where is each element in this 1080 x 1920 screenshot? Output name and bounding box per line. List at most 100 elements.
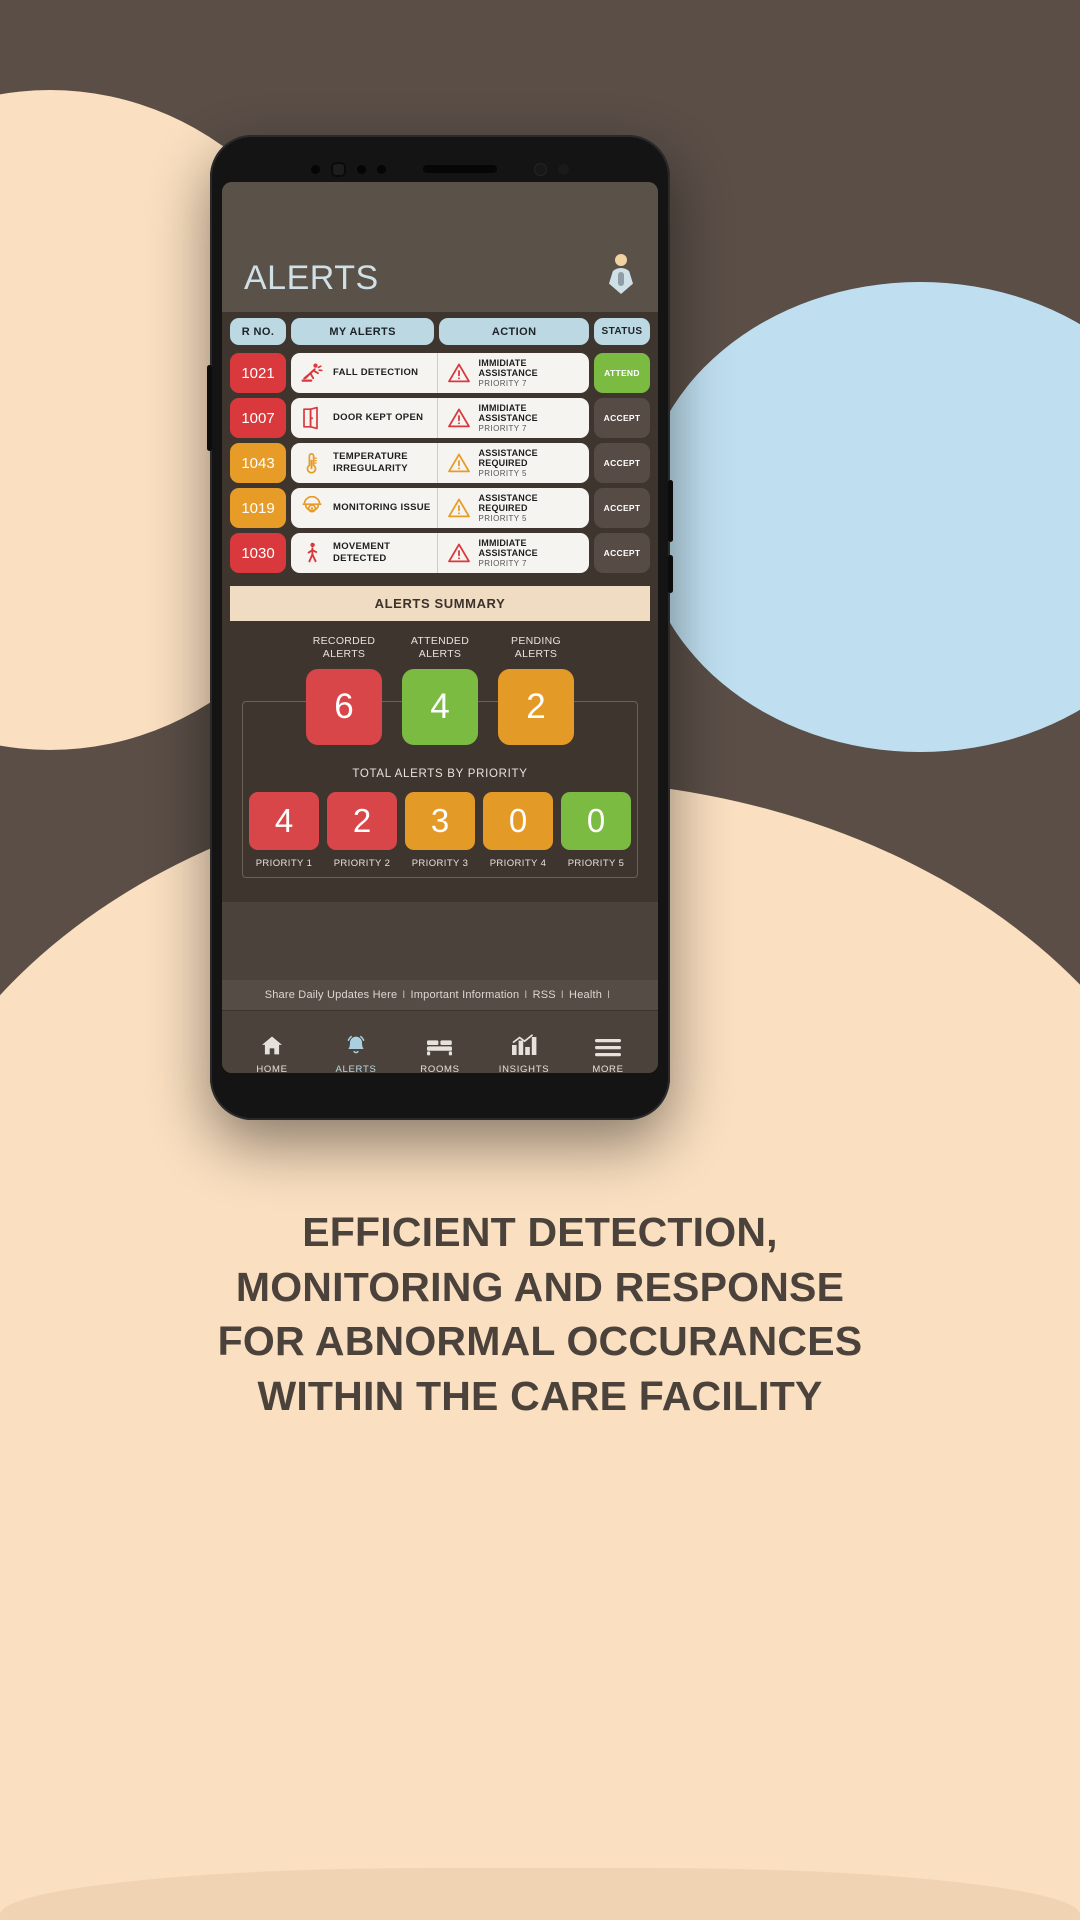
priority-value: 4	[249, 792, 319, 851]
ticker-separator: I	[607, 989, 611, 1002]
stat-label: ATTENDED ALERTS	[410, 635, 470, 661]
page-title: ALERTS	[244, 259, 379, 297]
priority-label: PRIORITY 7	[478, 379, 527, 388]
status-button[interactable]: ATTEND	[594, 353, 650, 393]
alert-type-cell: DOOR KEPT OPEN	[291, 398, 438, 438]
alert-card[interactable]: TEMPERATURE IRREGULARITY ASSISTANCE REQU…	[291, 443, 589, 483]
app-header: ALERTS	[222, 182, 658, 312]
ticker-item[interactable]: Health	[569, 989, 602, 1001]
nav-item-alerts[interactable]: ALERTS	[314, 1033, 398, 1073]
summary-banner-title: ALERTS SUMMARY	[230, 586, 650, 621]
alert-title: MOVEMENT DETECTED	[333, 541, 391, 564]
status-button[interactable]: ACCEPT	[594, 533, 650, 573]
nav-item-rooms[interactable]: ROOMS	[398, 1033, 482, 1073]
action-label: ASSISTANCE REQUIRED	[478, 448, 538, 468]
priority-value: 3	[405, 792, 475, 851]
alert-card[interactable]: MONITORING ISSUE ASSISTANCE REQUIRED PRI…	[291, 488, 589, 528]
status-button[interactable]: ACCEPT	[594, 488, 650, 528]
action-cell: IMMIDIATE ASSISTANCE PRIORITY 7	[438, 533, 589, 573]
ticker-item[interactable]: Share Daily Updates Here	[265, 989, 398, 1001]
warning-triangle-red-icon	[447, 541, 471, 565]
priority-label: PRIORITY 7	[478, 424, 527, 433]
column-header-my-alerts[interactable]: MY ALERTS	[291, 318, 435, 345]
column-header-status[interactable]: STATUS	[594, 318, 650, 345]
table-header-row: R NO. MY ALERTS ACTION STATUS	[230, 318, 650, 345]
priority-item-3: 3 PRIORITY 3	[405, 792, 475, 869]
nav-label: ALERTS	[335, 1063, 377, 1073]
action-label: ASSISTANCE REQUIRED	[478, 493, 538, 513]
alert-title: FALL DETECTION	[333, 367, 419, 379]
stat-attended-alerts: ATTENDED ALERTS 4	[401, 635, 479, 746]
action-label: IMMIDIATE ASSISTANCE	[478, 538, 538, 558]
phone-screen: ALERTS R NO. MY ALERTS ACTION STATUS 102…	[222, 182, 658, 1073]
alert-card[interactable]: MOVEMENT DETECTED IMMIDIATE ASSISTANCE P…	[291, 533, 589, 573]
news-ticker[interactable]: Share Daily Updates Here I Important Infor…	[222, 980, 658, 1011]
table-row[interactable]: 1021 FALL DETECTION IMMIDIATE ASSISTANCE…	[230, 353, 650, 393]
ticker-item[interactable]: RSS	[533, 989, 556, 1001]
phone-mockup: ALERTS R NO. MY ALERTS ACTION STATUS 102…	[207, 135, 673, 1120]
alert-card[interactable]: FALL DETECTION IMMIDIATE ASSISTANCE PRIO…	[291, 353, 589, 393]
person-logo-icon	[606, 254, 636, 294]
bed-icon	[426, 1033, 454, 1057]
table-row[interactable]: 1007 DOOR KEPT OPEN IMMIDIATE ASSISTANCE…	[230, 398, 650, 438]
nav-label: INSIGHTS	[498, 1063, 550, 1073]
nav-item-insights[interactable]: INSIGHTS	[482, 1033, 566, 1073]
bell-icon	[342, 1033, 370, 1057]
nav-item-home[interactable]: HOME	[230, 1033, 314, 1073]
room-number-badge: 1030	[230, 533, 286, 573]
priority-label: PRIORITY 7	[478, 559, 527, 568]
warning-triangle-red-icon	[447, 406, 471, 430]
walking-person-icon	[300, 541, 324, 565]
stat-value: 6	[306, 669, 382, 746]
proximity-sensor-icon	[534, 162, 547, 176]
priority-label: PRIORITY 4	[489, 858, 547, 870]
alert-card[interactable]: DOOR KEPT OPEN IMMIDIATE ASSISTANCE PRIO…	[291, 398, 589, 438]
tagline-line-1: EFFICIENT DETECTION,	[302, 1209, 778, 1255]
earpiece-speaker	[423, 165, 497, 173]
home-icon	[258, 1033, 286, 1057]
hamburger-menu-icon	[594, 1033, 622, 1057]
nav-label: ROOMS	[420, 1063, 460, 1073]
priority-label: PRIORITY 5	[478, 514, 527, 523]
action-cell: ASSISTANCE REQUIRED PRIORITY 5	[438, 443, 589, 483]
nav-label: MORE	[592, 1063, 624, 1073]
phone-power-button	[668, 480, 673, 542]
status-button[interactable]: ACCEPT	[594, 443, 650, 483]
tagline-line-3: FOR ABNORMAL OCCURANCES	[217, 1318, 863, 1365]
table-row[interactable]: 1030 MOVEMENT DETECTED IMMIDIATE ASSISTA…	[230, 533, 650, 573]
table-row[interactable]: 1019 MONITORING ISSUE ASSISTANCE REQUIRE…	[230, 488, 650, 528]
priority-section-title: TOTAL ALERTS BY PRIORITY	[352, 768, 528, 781]
stat-value: 4	[402, 669, 478, 746]
tagline-line-2: MONITORING AND RESPONSE	[235, 1263, 845, 1310]
door-open-icon	[300, 406, 324, 430]
room-number-badge: 1019	[230, 488, 286, 528]
column-header-action[interactable]: ACTION	[439, 318, 589, 345]
room-number-badge: 1007	[230, 398, 286, 438]
column-header-room-number[interactable]: R NO.	[230, 318, 286, 345]
room-number-badge: 1021	[230, 353, 286, 393]
action-cell: IMMIDIATE ASSISTANCE PRIORITY 7	[438, 353, 589, 393]
alert-type-cell: MOVEMENT DETECTED	[291, 533, 438, 573]
tagline: EFFICIENT DETECTION, MONITORING AND RESP…	[0, 1205, 1080, 1423]
priority-item-1: 4 PRIORITY 1	[249, 792, 319, 869]
priority-label: PRIORITY 5	[567, 858, 625, 870]
alert-type-cell: FALL DETECTION	[291, 353, 438, 393]
priority-label: PRIORITY 5	[478, 469, 527, 478]
fall-detection-icon	[300, 361, 324, 385]
nav-item-more[interactable]: MORE	[566, 1033, 650, 1073]
camera-icon	[311, 164, 320, 174]
ticker-item[interactable]: Important Information	[411, 989, 520, 1001]
nav-label: HOME	[256, 1063, 288, 1073]
priority-row: 4 PRIORITY 1 2 PRIORITY 2 3 PRIORITY 3 0…	[249, 792, 631, 869]
table-row[interactable]: 1043 TEMPERATURE IRREGULARITY ASSISTANCE…	[230, 443, 650, 483]
priority-label: PRIORITY 1	[255, 858, 313, 870]
action-label: IMMIDIATE ASSISTANCE	[478, 403, 538, 423]
priority-value: 0	[561, 792, 631, 851]
stat-recorded-alerts: RECORDED ALERTS 6	[305, 635, 383, 746]
action-label: IMMIDIATE ASSISTANCE	[478, 358, 538, 378]
status-button[interactable]: ACCEPT	[594, 398, 650, 438]
warning-triangle-orange-icon	[447, 496, 471, 520]
priority-label: PRIORITY 3	[411, 858, 469, 870]
summary-body: RECORDED ALERTS 6 ATTENDED ALERTS 4 PEND…	[230, 621, 650, 889]
priority-item-5: 0 PRIORITY 5	[561, 792, 631, 869]
